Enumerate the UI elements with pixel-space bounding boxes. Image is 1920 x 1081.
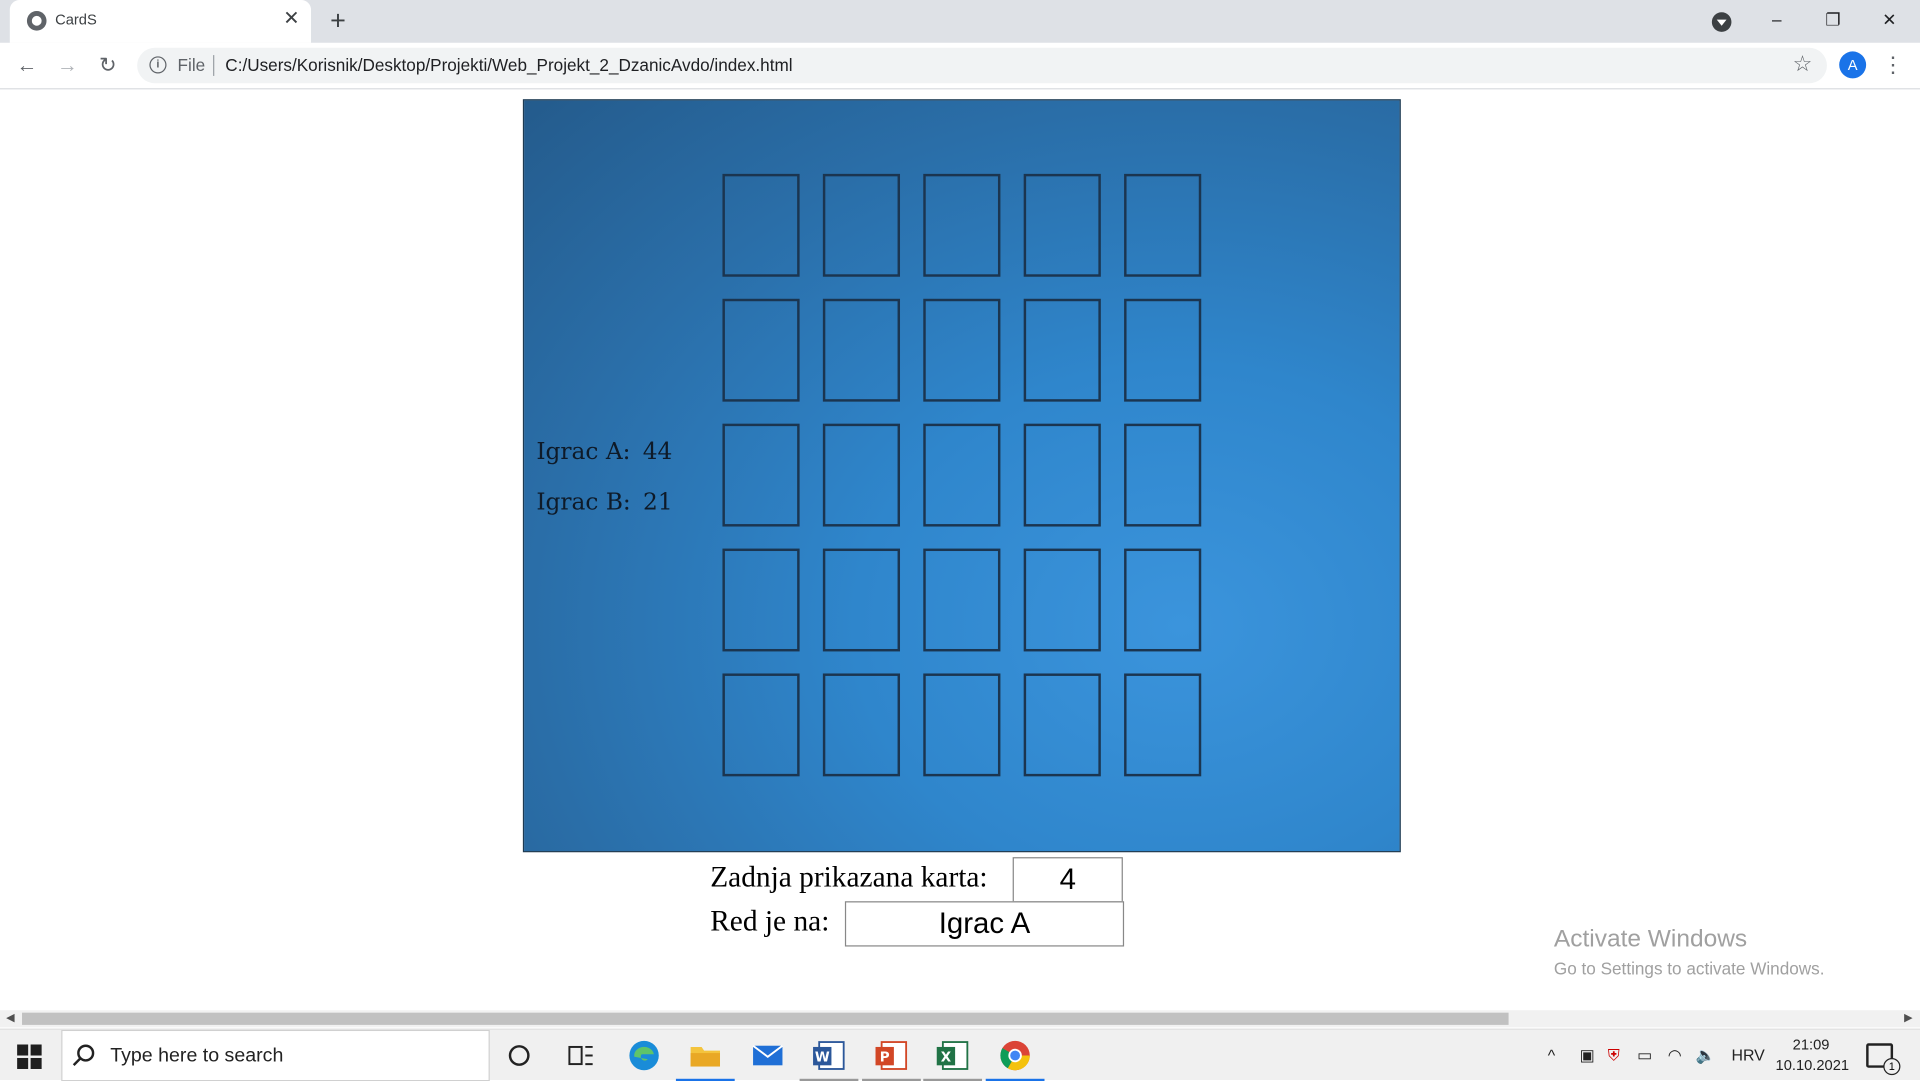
card-slot[interactable] bbox=[923, 423, 1001, 527]
card-slot[interactable] bbox=[1023, 548, 1101, 652]
watermark-subtitle: Go to Settings to activate Windows. bbox=[1553, 958, 1825, 979]
cortana-icon[interactable] bbox=[502, 1037, 541, 1074]
windows-start-icon[interactable] bbox=[17, 1044, 42, 1069]
card-slot[interactable] bbox=[722, 548, 800, 652]
chevron-up-icon[interactable]: ^ bbox=[1548, 1046, 1555, 1064]
player-a-value: 44 bbox=[642, 438, 673, 466]
scroll-left-icon[interactable]: ◀ bbox=[6, 1011, 14, 1024]
card-slot[interactable] bbox=[923, 548, 1001, 652]
activate-windows-watermark: Activate Windows Go to Settings to activ… bbox=[1554, 926, 1825, 979]
card-slot[interactable] bbox=[923, 173, 1001, 277]
edge-icon[interactable] bbox=[624, 1037, 663, 1074]
card-slot[interactable] bbox=[822, 548, 901, 652]
player-b-score: Igrac B: 21 bbox=[536, 489, 672, 516]
battery-icon[interactable]: ▭ bbox=[1637, 1046, 1652, 1066]
tab-strip: CardS ✕ + – ❐ ✕ bbox=[0, 0, 1920, 43]
scroll-right-icon[interactable]: ▶ bbox=[1904, 1011, 1912, 1024]
card-slot[interactable] bbox=[923, 298, 1001, 402]
notification-icon[interactable]: 1 bbox=[1866, 1043, 1901, 1076]
powerpoint-icon[interactable]: P bbox=[862, 1037, 921, 1081]
card-slot[interactable] bbox=[1124, 298, 1202, 402]
volume-icon[interactable]: 🔈 bbox=[1696, 1046, 1716, 1066]
notification-count: 1 bbox=[1883, 1057, 1901, 1076]
game-board: Igrac A: 44 Igrac B: 21 bbox=[522, 99, 1401, 853]
minimize-button[interactable]: – bbox=[1749, 0, 1805, 39]
forward-arrow-icon[interactable]: → bbox=[53, 51, 82, 80]
chrome-icon[interactable] bbox=[985, 1037, 1045, 1081]
tab-title: CardS bbox=[55, 11, 97, 29]
bookmark-star-icon[interactable]: ☆ bbox=[1793, 51, 1813, 77]
language-indicator[interactable]: HRV bbox=[1731, 1046, 1764, 1064]
word-icon[interactable]: W bbox=[799, 1037, 859, 1081]
svg-text:X: X bbox=[941, 1051, 952, 1066]
divider bbox=[213, 55, 215, 76]
last-card-field[interactable]: 4 bbox=[1012, 857, 1123, 903]
card-slot[interactable] bbox=[1023, 298, 1101, 402]
card-slot[interactable] bbox=[1124, 173, 1202, 277]
card-slot[interactable] bbox=[722, 673, 800, 777]
card-slot[interactable] bbox=[822, 423, 901, 527]
card-slot[interactable] bbox=[722, 298, 800, 402]
address-bar[interactable]: i File C:/Users/Korisnik/Desktop/Projekt… bbox=[137, 47, 1827, 84]
card-slot[interactable] bbox=[1023, 173, 1101, 277]
window-close-button[interactable]: ✕ bbox=[1861, 0, 1917, 39]
svg-text:P: P bbox=[880, 1051, 890, 1066]
restore-button[interactable]: ❐ bbox=[1805, 0, 1861, 39]
screen: CardS ✕ + – ❐ ✕ ← → ↻ i File C:/Users/Ko… bbox=[0, 0, 1920, 1081]
file-label: File bbox=[177, 55, 206, 75]
excel-icon[interactable]: X bbox=[923, 1037, 983, 1081]
file-explorer-icon[interactable] bbox=[675, 1037, 735, 1081]
taskbar-search-box[interactable]: Type here to search bbox=[61, 1029, 490, 1081]
player-a-score: Igrac A: 44 bbox=[536, 438, 672, 465]
turn-label: Red je na: bbox=[710, 906, 830, 938]
player-b-label: Igrac B: bbox=[536, 488, 631, 516]
tab-search-icon[interactable] bbox=[1711, 12, 1732, 32]
info-icon[interactable]: i bbox=[149, 56, 167, 74]
clock-date: 10.10.2021 bbox=[1775, 1056, 1850, 1074]
tab-cards[interactable]: CardS ✕ bbox=[9, 0, 312, 43]
card-slot[interactable] bbox=[1124, 548, 1202, 652]
horizontal-scrollbar[interactable]: ◀ ▶ bbox=[0, 1010, 1920, 1028]
player-a-label: Igrac A: bbox=[536, 438, 631, 466]
last-card-label: Zadnja prikazana karta: bbox=[710, 862, 988, 894]
globe-icon bbox=[26, 11, 47, 31]
windows-taskbar: Type here to search W P X ^ ▣ ⛨ ▭ ◠ 🔈 HR… bbox=[0, 1028, 1920, 1081]
card-slot[interactable] bbox=[1023, 423, 1101, 527]
card-slot[interactable] bbox=[923, 673, 1001, 777]
task-view-icon[interactable] bbox=[561, 1037, 600, 1074]
security-icon[interactable]: ⛨ bbox=[1608, 1046, 1620, 1066]
system-clock[interactable]: 21:09 10.10.2021 bbox=[1775, 1035, 1850, 1077]
turn-field[interactable]: Igrac A bbox=[844, 901, 1125, 947]
profile-avatar[interactable]: A bbox=[1839, 51, 1867, 79]
svg-text:W: W bbox=[815, 1051, 830, 1066]
mail-icon[interactable] bbox=[748, 1037, 787, 1074]
browser-toolbar: ← → ↻ i File C:/Users/Korisnik/Desktop/P… bbox=[0, 42, 1920, 90]
url-text[interactable]: C:/Users/Korisnik/Desktop/Projekti/Web_P… bbox=[225, 55, 792, 75]
player-b-value: 21 bbox=[643, 488, 673, 516]
card-slot[interactable] bbox=[722, 423, 800, 527]
search-icon bbox=[77, 1044, 95, 1062]
new-tab-button[interactable]: + bbox=[323, 7, 352, 36]
scrollbar-thumb[interactable] bbox=[22, 1012, 1509, 1025]
card-slot[interactable] bbox=[722, 173, 800, 277]
card-slot[interactable] bbox=[822, 298, 901, 402]
card-slot[interactable] bbox=[1124, 673, 1202, 777]
card-slot[interactable] bbox=[1124, 423, 1202, 527]
kebab-menu-icon[interactable]: ⋮ bbox=[1881, 50, 1905, 79]
search-placeholder: Type here to search bbox=[110, 1045, 284, 1067]
clock-time: 21:09 bbox=[1792, 1035, 1830, 1054]
card-slot[interactable] bbox=[822, 173, 901, 277]
back-arrow-icon[interactable]: ← bbox=[12, 51, 41, 80]
card-slot[interactable] bbox=[1023, 673, 1101, 777]
watermark-title: Activate Windows bbox=[1553, 925, 1748, 953]
close-tab-icon[interactable]: ✕ bbox=[279, 7, 303, 31]
reload-icon[interactable]: ↻ bbox=[93, 51, 122, 80]
card-slot[interactable] bbox=[822, 673, 901, 777]
meet-icon[interactable]: ▣ bbox=[1580, 1046, 1595, 1066]
wifi-icon[interactable]: ◠ bbox=[1668, 1046, 1682, 1066]
